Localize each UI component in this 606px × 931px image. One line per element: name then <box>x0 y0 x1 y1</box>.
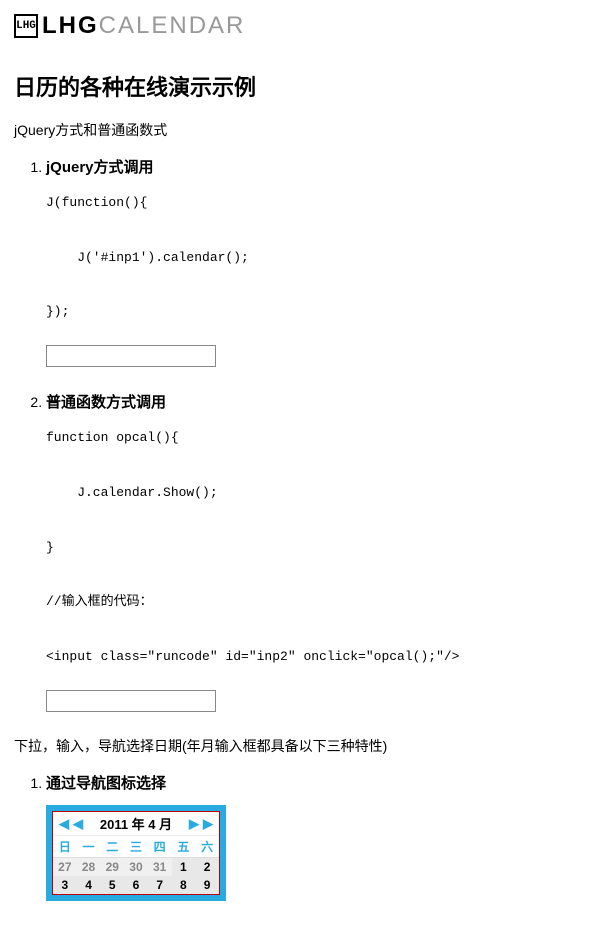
example-head: 普通函数方式调用 <box>46 391 592 412</box>
calendar-day[interactable]: 2 <box>195 858 219 877</box>
example-list-1: jQuery方式调用 J(function(){ J('#inp1').cale… <box>14 156 592 718</box>
calendar-day[interactable]: 5 <box>100 876 124 894</box>
weekday-sun: 日 <box>53 836 77 858</box>
example-item-jquery: jQuery方式调用 J(function(){ J('#inp1').cale… <box>46 156 592 373</box>
example-item-function: 普通函数方式调用 function opcal(){ J.calendar.Sh… <box>46 391 592 718</box>
section1-note: jQuery方式和普通函数式 <box>14 120 592 140</box>
calendar-day[interactable]: 29 <box>100 858 124 877</box>
calendar-day[interactable]: 9 <box>195 876 219 894</box>
nav-prev-group: ◀ ◀ <box>57 816 85 832</box>
nav-next-group: ▶ ▶ <box>187 816 215 832</box>
calendar-day[interactable]: 30 <box>124 858 148 877</box>
calendar-row: 272829303112 <box>53 858 219 877</box>
calendar-day[interactable]: 31 <box>148 858 172 877</box>
code-block: J(function(){ J('#inp1').calendar(); }); <box>46 189 592 325</box>
calendar-year-month[interactable]: 2011 年 4 月 <box>85 814 187 833</box>
logo-icon: LHG <box>14 14 38 38</box>
calendar-day[interactable]: 7 <box>148 876 172 894</box>
weekday-wed: 三 <box>124 836 148 858</box>
weekday-tue: 二 <box>100 836 124 858</box>
calendar-day[interactable]: 8 <box>172 876 196 894</box>
prev-year-icon[interactable]: ◀ <box>57 816 71 832</box>
calendar-day[interactable]: 6 <box>124 876 148 894</box>
calendar-nav: ◀ ◀ 2011 年 4 月 ▶ ▶ <box>53 812 219 836</box>
logo: LHG LHGCALENDAR <box>14 12 592 40</box>
page-title: 日历的各种在线演示示例 <box>14 70 592 102</box>
logo-text-bold: LHG <box>42 12 99 39</box>
logo-text: LHGCALENDAR <box>42 12 245 40</box>
input-inp2[interactable] <box>46 690 216 712</box>
next-month-icon[interactable]: ▶ <box>187 816 201 832</box>
calendar-day[interactable]: 1 <box>172 858 196 877</box>
calendar-row: 3456789 <box>53 876 219 894</box>
weekday-mon: 一 <box>77 836 101 858</box>
calendar-day[interactable]: 3 <box>53 876 77 894</box>
calendar-day[interactable]: 28 <box>77 858 101 877</box>
weekday-thu: 四 <box>148 836 172 858</box>
example-head: 通过导航图标选择 <box>46 772 592 793</box>
calendar-day[interactable]: 27 <box>53 858 77 877</box>
example-head: jQuery方式调用 <box>46 156 592 177</box>
calendar-widget: ◀ ◀ 2011 年 4 月 ▶ ▶ 日 一 <box>46 805 226 901</box>
calendar-day[interactable]: 4 <box>77 876 101 894</box>
next-year-icon[interactable]: ▶ <box>201 816 215 832</box>
input-inp1[interactable] <box>46 345 216 367</box>
weekday-fri: 五 <box>172 836 196 858</box>
calendar-table: 日 一 二 三 四 五 六 2728293031123456789 <box>53 836 219 894</box>
prev-month-icon[interactable]: ◀ <box>71 816 85 832</box>
code-block: function opcal(){ J.calendar.Show(); } /… <box>46 424 592 670</box>
example-list-2: 通过导航图标选择 ◀ ◀ 2011 年 4 月 ▶ ▶ <box>14 772 592 901</box>
calendar-inner: ◀ ◀ 2011 年 4 月 ▶ ▶ 日 一 <box>52 811 220 895</box>
example-item-nav: 通过导航图标选择 ◀ ◀ 2011 年 4 月 ▶ ▶ <box>46 772 592 901</box>
weekday-sat: 六 <box>195 836 219 858</box>
weekday-row: 日 一 二 三 四 五 六 <box>53 836 219 858</box>
logo-text-light: CALENDAR <box>99 12 246 39</box>
section2-note: 下拉，输入，导航选择日期(年月输入框都具备以下三种特性) <box>14 736 592 756</box>
